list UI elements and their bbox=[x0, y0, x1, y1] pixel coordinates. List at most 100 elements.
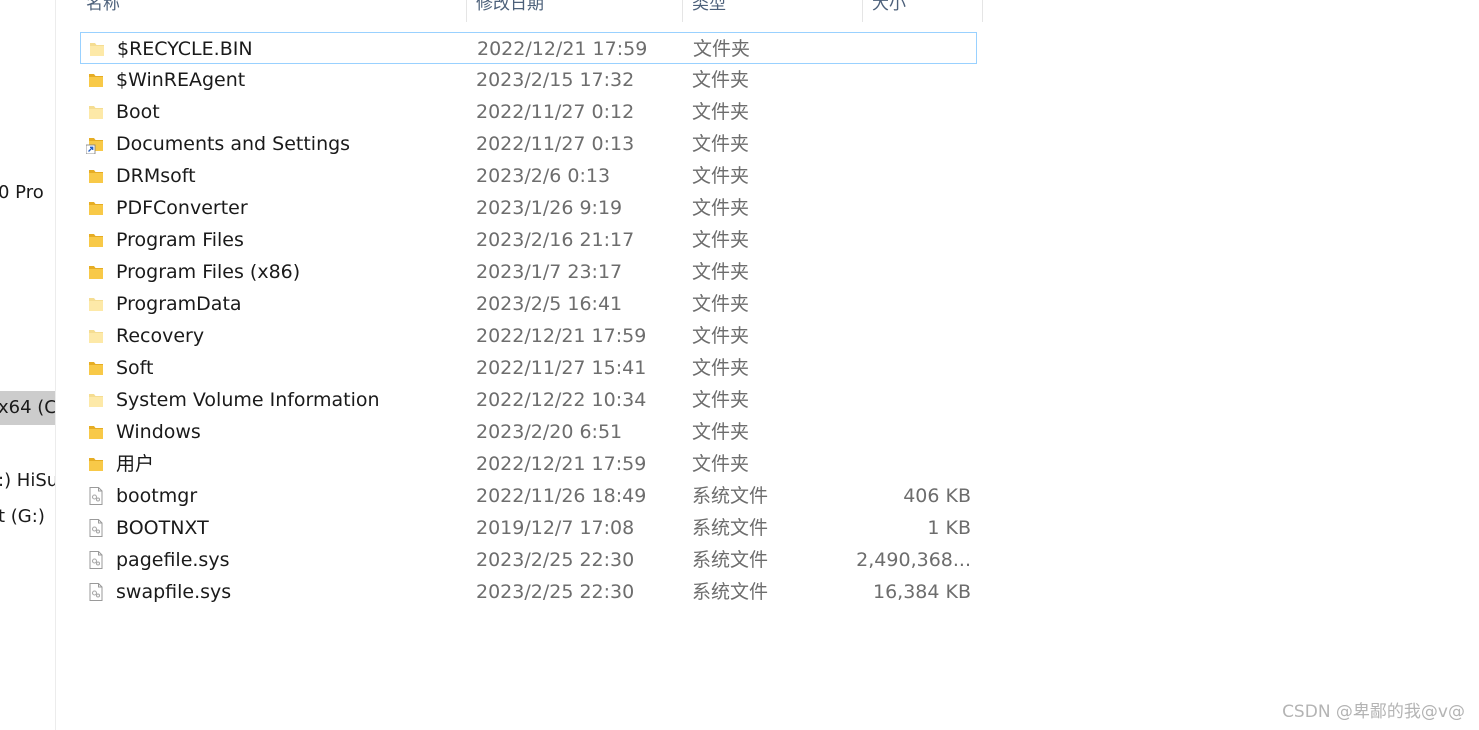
file-date-modified: 2019/12/7 17:08 bbox=[476, 517, 635, 539]
folder-icon bbox=[86, 454, 106, 474]
file-row[interactable]: Program Files (x86) 2023/1/7 23:17 文件夹 bbox=[80, 256, 977, 288]
file-type: 文件夹 bbox=[692, 69, 750, 91]
file-size: 2,490,368... bbox=[856, 549, 971, 571]
column-header-type[interactable]: 类型 bbox=[683, 0, 726, 22]
file-row[interactable]: PDFConverter 2023/1/26 9:19 文件夹 bbox=[80, 192, 977, 224]
file-row[interactable]: BOOTNXT 2019/12/7 17:08 系统文件 1 KB bbox=[80, 512, 977, 544]
file-name: bootmgr bbox=[116, 485, 198, 507]
file-type: 文件夹 bbox=[692, 197, 750, 219]
column-header-size[interactable]: 大小 bbox=[863, 0, 906, 22]
file-name: $WinREAgent bbox=[116, 69, 246, 91]
file-name: Boot bbox=[116, 101, 160, 123]
folder-icon bbox=[86, 358, 106, 378]
column-header-name[interactable]: 名称 bbox=[77, 0, 120, 22]
file-date-modified: 2022/12/21 17:59 bbox=[476, 325, 647, 347]
file-row[interactable]: pagefile.sys 2023/2/25 22:30 系统文件 2,490,368… bbox=[80, 544, 977, 576]
file-name: Program Files bbox=[116, 229, 244, 251]
folder-icon bbox=[86, 230, 106, 250]
file-row[interactable]: System Volume Information 2022/12/22 10:3… bbox=[80, 384, 977, 416]
file-type: 文件夹 bbox=[693, 38, 751, 60]
file-size: 406 KB bbox=[903, 485, 971, 507]
file-row[interactable]: Program Files 2023/2/16 21:17 文件夹 bbox=[80, 224, 977, 256]
file-type: 文件夹 bbox=[692, 101, 750, 123]
file-date-modified: 2023/2/15 17:32 bbox=[476, 69, 635, 91]
file-name: $RECYCLE.BIN bbox=[117, 38, 253, 60]
file-type: 文件夹 bbox=[692, 357, 750, 379]
file-size: 16,384 KB bbox=[872, 581, 971, 603]
file-row[interactable]: ProgramData 2023/2/5 16:41 文件夹 bbox=[80, 288, 977, 320]
file-type: 系统文件 bbox=[692, 549, 769, 571]
file-type: 文件夹 bbox=[692, 453, 750, 475]
file-type: 文件夹 bbox=[692, 421, 750, 443]
file-type: 文件夹 bbox=[692, 229, 750, 251]
folder-icon bbox=[86, 262, 106, 282]
file-name: pagefile.sys bbox=[116, 549, 230, 571]
file-date-modified: 2023/2/20 6:51 bbox=[476, 421, 623, 443]
file-name: PDFConverter bbox=[116, 197, 248, 219]
file-type: 文件夹 bbox=[692, 325, 750, 347]
nav-item-drive-f[interactable]: :) HiSu bbox=[0, 464, 55, 498]
file-date-modified: 2022/11/26 18:49 bbox=[476, 485, 647, 507]
file-type: 文件夹 bbox=[692, 293, 750, 315]
file-type: 系统文件 bbox=[692, 485, 769, 507]
folder-icon bbox=[86, 166, 106, 186]
file-date-modified: 2023/2/5 16:41 bbox=[476, 293, 623, 315]
folder-icon bbox=[86, 198, 106, 218]
nav-item-drive-c[interactable]: x64 (C: bbox=[0, 391, 55, 425]
folder-faded-icon bbox=[87, 39, 107, 59]
file-date-modified: 2022/12/21 17:59 bbox=[477, 38, 648, 60]
file-name: 用户 bbox=[116, 453, 155, 475]
file-type: 文件夹 bbox=[692, 133, 750, 155]
file-row[interactable]: Recovery 2022/12/21 17:59 文件夹 bbox=[80, 320, 977, 352]
file-row[interactable]: bootmgr 2022/11/26 18:49 系统文件 406 KB bbox=[80, 480, 977, 512]
watermark: CSDN @卑鄙的我@v@ bbox=[1282, 702, 1465, 722]
file-date-modified: 2023/1/7 23:17 bbox=[476, 261, 623, 283]
system-file-icon bbox=[86, 550, 106, 570]
file-type: 系统文件 bbox=[692, 581, 769, 603]
file-row[interactable]: Documents and Settings 2022/11/27 0:13 文件夹 bbox=[80, 128, 977, 160]
column-header-date[interactable]: 修改日期 bbox=[467, 0, 544, 22]
file-name: DRMsoft bbox=[116, 165, 196, 187]
file-name: Soft bbox=[116, 357, 154, 379]
file-name: BOOTNXT bbox=[116, 517, 209, 539]
file-row[interactable]: DRMsoft 2023/2/6 0:13 文件夹 bbox=[80, 160, 977, 192]
folder-icon bbox=[86, 70, 106, 90]
folder-faded-icon bbox=[86, 102, 106, 122]
file-date-modified: 2022/12/21 17:59 bbox=[476, 453, 647, 475]
file-row[interactable]: $RECYCLE.BIN 2022/12/21 17:59 文件夹 bbox=[80, 32, 977, 64]
file-row[interactable]: Soft 2022/11/27 15:41 文件夹 bbox=[80, 352, 977, 384]
folder-icon bbox=[86, 422, 106, 442]
column-divider[interactable] bbox=[982, 0, 983, 22]
file-row[interactable]: Windows 2023/2/20 6:51 文件夹 bbox=[80, 416, 977, 448]
file-date-modified: 2023/2/6 0:13 bbox=[476, 165, 611, 187]
system-file-icon bbox=[86, 582, 106, 602]
file-date-modified: 2023/2/16 21:17 bbox=[476, 229, 635, 251]
file-name: swapfile.sys bbox=[116, 581, 232, 603]
file-size: 1 KB bbox=[927, 517, 971, 539]
system-file-icon bbox=[86, 486, 106, 506]
folder-faded-icon bbox=[86, 294, 106, 314]
file-name: ProgramData bbox=[116, 293, 242, 315]
file-type: 系统文件 bbox=[692, 517, 769, 539]
file-type: 文件夹 bbox=[692, 261, 750, 283]
file-date-modified: 2022/11/27 15:41 bbox=[476, 357, 647, 379]
file-type: 文件夹 bbox=[692, 389, 750, 411]
file-date-modified: 2023/2/25 22:30 bbox=[476, 581, 635, 603]
column-header-row: 名称 修改日期 类型 大小 bbox=[57, 0, 987, 22]
system-file-icon bbox=[86, 518, 106, 538]
navigation-pane: 0 Pro x64 (C: :) HiSu t (G:) bbox=[0, 0, 56, 730]
file-name: Windows bbox=[116, 421, 201, 443]
nav-item-drive-g[interactable]: t (G:) bbox=[0, 500, 55, 534]
file-row[interactable]: Boot 2022/11/27 0:12 文件夹 bbox=[80, 96, 977, 128]
file-name: System Volume Information bbox=[116, 389, 380, 411]
folder-shortcut-icon bbox=[85, 134, 106, 155]
file-date-modified: 2022/11/27 0:12 bbox=[476, 101, 635, 123]
file-row[interactable]: $WinREAgent 2023/2/15 17:32 文件夹 bbox=[80, 64, 977, 96]
file-name: Recovery bbox=[116, 325, 205, 347]
file-row[interactable]: swapfile.sys 2023/2/25 22:30 系统文件 16,384 KB bbox=[80, 576, 977, 608]
nav-item-windows-pro[interactable]: 0 Pro bbox=[0, 176, 55, 210]
folder-faded-icon bbox=[86, 326, 106, 346]
file-row[interactable]: 用户 2022/12/21 17:59 文件夹 bbox=[80, 448, 977, 480]
file-name: Documents and Settings bbox=[116, 133, 351, 155]
file-name: Program Files (x86) bbox=[116, 261, 301, 283]
